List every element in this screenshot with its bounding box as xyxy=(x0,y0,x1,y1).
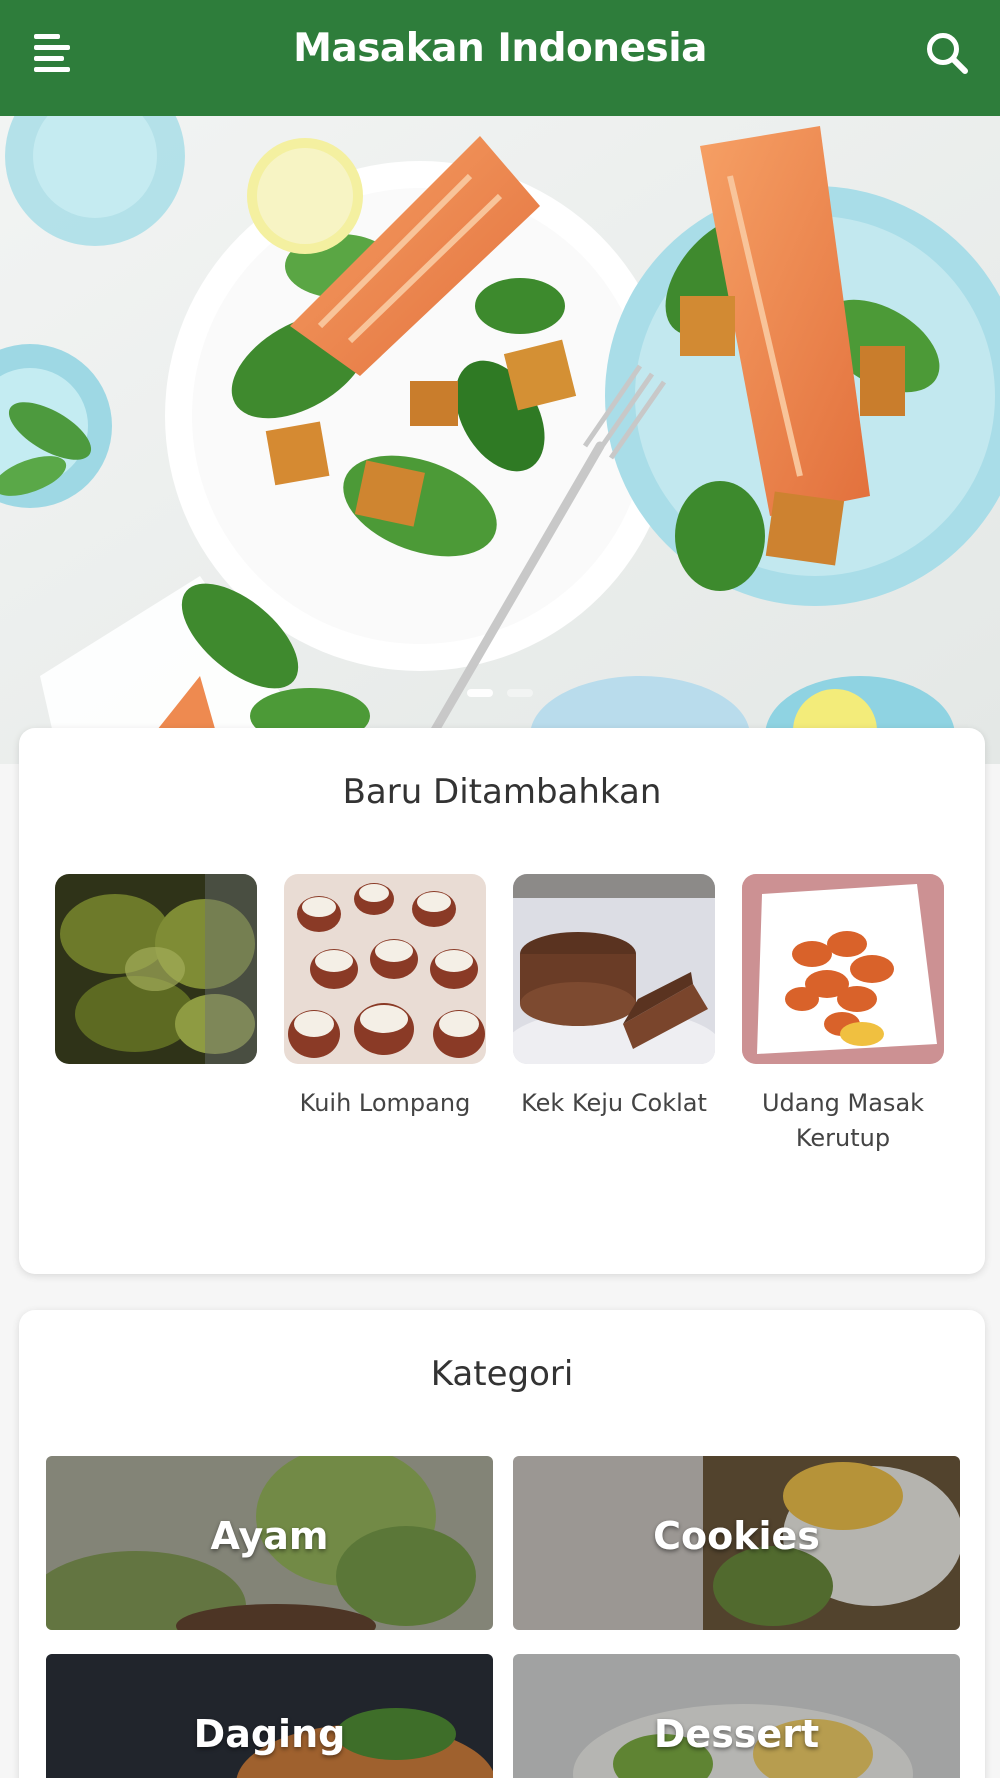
search-icon[interactable] xyxy=(920,26,976,82)
recipe-item[interactable]: Kek Keju Coklat xyxy=(513,874,715,1121)
category-tile-ayam[interactable]: Ayam xyxy=(46,1456,493,1630)
recent-recipes-card: Baru Ditambahkan Kuih Lompang Kek Keju C… xyxy=(19,728,985,1274)
recipe-thumbnail xyxy=(55,874,257,1064)
category-tile-dessert[interactable]: Dessert xyxy=(513,1654,960,1778)
recipe-item[interactable]: Udang Masak Kerutup xyxy=(742,874,944,1156)
recipe-name: Kuih Lompang xyxy=(299,1089,471,1117)
recipe-item[interactable]: Kuih Lompang xyxy=(284,874,486,1121)
category-label: Ayam xyxy=(210,1514,329,1558)
recipe-name: Udang Masak Kerutup xyxy=(761,1089,925,1152)
hero-image xyxy=(0,116,1000,764)
app-bar: Masakan Indonesia xyxy=(0,0,1000,116)
category-label: Daging xyxy=(193,1712,346,1756)
hero-banner[interactable] xyxy=(0,116,1000,764)
category-label: Cookies xyxy=(653,1514,820,1558)
recipe-thumbnail xyxy=(284,874,486,1064)
carousel-dot[interactable] xyxy=(467,689,494,697)
category-tile-cookies[interactable]: Cookies xyxy=(513,1456,960,1630)
carousel-dot[interactable] xyxy=(506,689,533,697)
app-title: Masakan Indonesia xyxy=(293,26,707,71)
category-tile-daging[interactable]: Daging xyxy=(46,1654,493,1778)
section-title: Baru Ditambahkan xyxy=(342,772,662,812)
category-label: Dessert xyxy=(653,1712,820,1756)
section-title: Kategori xyxy=(430,1354,574,1394)
app-screen: Masakan Indonesia Baru Ditambahkan Kuih … xyxy=(0,0,1000,1778)
categories-card: Kategori Ayam Cookies Daging Dessert xyxy=(19,1310,985,1778)
recipe-item[interactable] xyxy=(55,874,257,1086)
menu-icon[interactable] xyxy=(30,28,74,80)
carousel-indicator xyxy=(0,682,1000,701)
recent-recipes-list: Kuih Lompang Kek Keju Coklat Udang Masak… xyxy=(55,874,955,1174)
recipe-thumbnail xyxy=(513,874,715,1064)
recipe-name: Kek Keju Coklat xyxy=(521,1089,707,1117)
recipe-thumbnail xyxy=(742,874,944,1064)
